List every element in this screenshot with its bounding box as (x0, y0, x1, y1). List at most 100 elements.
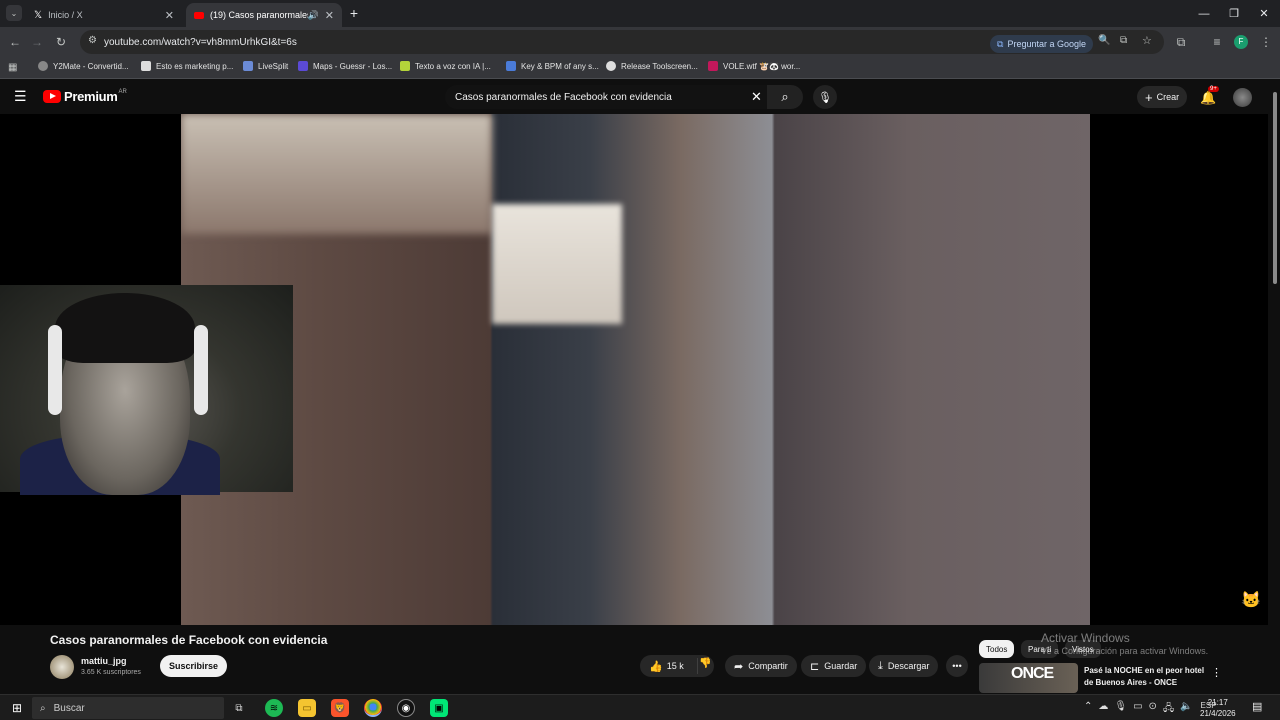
voice-search-button[interactable]: 🎙 (813, 85, 837, 109)
channel-name[interactable]: mattiu_jpg (81, 656, 127, 666)
notification-center-icon[interactable]: ▤ (1252, 700, 1262, 713)
bookmark-item[interactable]: Release Toolscreen... (606, 61, 698, 71)
app-icon[interactable]: ▣ (430, 699, 448, 717)
share-icon: ➦ (734, 660, 744, 673)
recommended-title[interactable]: Pasé la NOCHE en el peor hotel de Buenos… (1084, 665, 1212, 689)
back-icon[interactable]: ← (6, 33, 24, 51)
chrome-menu-icon[interactable]: ⋮ (1257, 33, 1275, 51)
site-info-icon[interactable]: ⚙ (88, 35, 97, 46)
more-actions-button[interactable]: ••• (946, 655, 968, 677)
youtube-header: ☰ Premium AR Casos paranormales de Faceb… (0, 80, 1280, 114)
bookmark-item[interactable]: Maps - Guessr - Los... (298, 61, 392, 71)
microphone-icon[interactable]: 🎙 (1114, 701, 1127, 718)
minimize-button[interactable]: — (1188, 0, 1220, 27)
scrollbar-thumb[interactable] (1273, 92, 1277, 284)
tab-search-button[interactable]: ⌄ (6, 5, 22, 21)
bookmark-item[interactable]: Texto a voz con IA |... (400, 61, 491, 71)
account-avatar[interactable] (1233, 88, 1252, 107)
webcam-overlay (0, 285, 293, 495)
tab-inicio-x[interactable]: 𝕏 Inicio / X ✕ (26, 3, 182, 27)
notifications-button[interactable]: 🔔 9+ (1200, 86, 1219, 107)
network-icon[interactable]: 🖧 (1163, 701, 1174, 718)
system-tray: ⌃ ☁ 🎙 ▭ ⊙ 🖧 🔈 ESP (1084, 701, 1217, 718)
headphone-right (194, 325, 208, 415)
bookmark-item[interactable]: VOLE.wtf 🐮🐼 wor... (708, 61, 800, 71)
watermark-subtitle: Ve a Configuración para activar Windows. (1041, 646, 1209, 656)
bookmark-label: Y2Mate - Convertid... (53, 61, 129, 71)
tray-chevron-icon[interactable]: ⌃ (1084, 701, 1092, 718)
bookmark-star-icon[interactable]: ☆ (1142, 34, 1152, 47)
dislike-button[interactable]: 👎 (697, 658, 713, 674)
share-label: Compartir (748, 661, 788, 671)
video-player[interactable]: 🐱 (0, 114, 1268, 625)
save-button[interactable]: ⊏ Guardar (801, 655, 867, 677)
obs-icon[interactable]: ◉ (397, 699, 415, 717)
bookmark-favicon-icon (400, 61, 410, 71)
bookmark-item[interactable]: Y2Mate - Convertid... (38, 61, 129, 71)
chrome-icon[interactable] (364, 699, 382, 717)
tray-app-icon[interactable]: ▭ (1133, 701, 1142, 718)
ask-google-button[interactable]: ⧉ Preguntar a Google (990, 35, 1093, 53)
tab-youtube-video[interactable]: (19) Casos paranormales de 🔊 ✕ (186, 3, 342, 27)
clock[interactable]: 21:17 21/4/2026 (1200, 697, 1236, 719)
zoom-icon[interactable]: 🔍 (1098, 35, 1110, 46)
task-view-icon[interactable]: ⧉ (230, 699, 248, 717)
reload-icon[interactable]: ↻ (52, 33, 70, 51)
close-tab-icon[interactable]: ✕ (325, 9, 334, 22)
windows-start-icon[interactable]: ⊞ (8, 699, 26, 717)
video-frame[interactable] (181, 114, 1090, 625)
youtube-logo[interactable]: Premium AR (43, 89, 127, 104)
bookmark-label: VOLE.wtf 🐮🐼 wor... (723, 61, 801, 71)
recommended-menu-icon[interactable]: ⋮ (1211, 666, 1222, 679)
address-bar[interactable]: ⚙ youtube.com/watch?v=vh8mmUrhkGI&t=6s ⧉… (80, 30, 1164, 54)
recommended-title-line2: de Buenos Aires - ONCE (1084, 678, 1178, 687)
windows-taskbar: ⊞ ⌕ Buscar ⧉ ≋ ▭ 🦁 ◉ ▣ ⌃ ☁ 🎙 ▭ ⊙ 🖧 🔈 ESP… (0, 694, 1280, 720)
bookmark-item[interactable]: Key & BPM of any s... (506, 61, 599, 71)
chip-todos[interactable]: Todos (979, 640, 1015, 658)
headphone-left (48, 325, 62, 415)
search-input[interactable]: Casos paranormales de Facebook con evide… (445, 85, 773, 109)
volume-icon[interactable]: 🔈 (1180, 701, 1192, 718)
download-button[interactable]: ⤓ Descargar (869, 655, 939, 677)
youtube-play-icon (43, 90, 61, 103)
bookmark-favicon-icon (243, 61, 253, 71)
subscribe-label: Suscribirse (169, 661, 219, 671)
onedrive-icon[interactable]: ☁ (1098, 701, 1108, 718)
spotify-icon[interactable]: ≋ (265, 699, 283, 717)
recommended-thumbnail[interactable]: ONCE (979, 663, 1078, 693)
tab-title: (19) Casos paranormales de (210, 10, 308, 20)
apps-grid-icon[interactable]: ▦ (8, 62, 17, 73)
tab-title: Inicio / X (48, 10, 83, 20)
brave-browser-icon[interactable]: 🦁 (331, 699, 349, 717)
profile-avatar[interactable]: F (1234, 35, 1248, 49)
channel-avatar[interactable] (50, 655, 74, 679)
bell-icon: 🔔 (1200, 90, 1217, 105)
thumbs-up-icon: 👍 (649, 660, 663, 673)
restore-button[interactable]: ❐ (1218, 0, 1250, 27)
location-icon[interactable]: ⊙ (1149, 701, 1157, 718)
audio-playing-icon[interactable]: 🔊 (308, 10, 319, 21)
activation-watermark: Activar Windows Ve a Configuración para … (1041, 631, 1208, 656)
microphone-icon: 🎙 (818, 91, 832, 104)
google-lens-icon: ⧉ (997, 38, 1004, 49)
share-button[interactable]: ➦ Compartir (725, 655, 797, 677)
close-tab-icon[interactable]: ✕ (165, 9, 174, 22)
clear-search-icon[interactable]: ✕ (751, 89, 762, 105)
taskbar-search-box[interactable]: ⌕ Buscar (32, 697, 224, 719)
extensions-icon[interactable]: ⧉ (1172, 33, 1190, 51)
hamburger-menu-icon[interactable]: ☰ (14, 88, 27, 105)
bookmark-item[interactable]: LiveSplit (243, 61, 288, 71)
search-button[interactable]: ⌕ (767, 85, 803, 109)
new-tab-button[interactable]: + (346, 5, 362, 21)
close-window-button[interactable]: ✕ (1248, 0, 1280, 27)
recommended-video[interactable]: ONCE Pasé la NOCHE en el peor hotel de B… (979, 663, 1224, 693)
create-button[interactable]: + Crear (1137, 86, 1188, 108)
bookmark-item[interactable]: Esto es marketing p... (141, 61, 233, 71)
bookmark-label: Texto a voz con IA |... (415, 61, 491, 71)
install-app-icon[interactable]: ⧉ (1120, 35, 1127, 46)
file-explorer-icon[interactable]: ▭ (298, 699, 316, 717)
thumbs-down-icon: 👎 (699, 658, 712, 669)
forward-icon[interactable]: → (28, 33, 46, 51)
subscribe-button[interactable]: Suscribirse (160, 655, 228, 677)
media-controls-icon[interactable]: ≡ (1208, 33, 1226, 51)
